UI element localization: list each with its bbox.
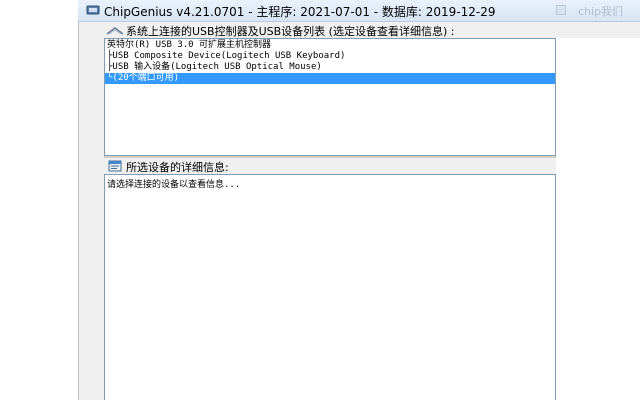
- window-title: ChipGenius v4.21.0701 - 主程序: 2021-07-01 …: [104, 5, 496, 19]
- detail-label: 所选设备的详细信息:: [126, 161, 229, 174]
- title-bar[interactable]: ChipGenius v4.21.0701 - 主程序: 2021-07-01 …: [78, 0, 640, 22]
- background-window-title: chip我们: [578, 5, 624, 18]
- right-blank-area: [556, 38, 640, 400]
- device-item-mouse[interactable]: ├USB 输入设备(Logitech USB Optical Mouse): [105, 62, 555, 73]
- info-window-icon: [108, 160, 122, 172]
- device-item-usb3-controller[interactable]: 英特尔(R) USB 3.0 可扩展主机控制器: [105, 40, 555, 51]
- window-icon: [556, 5, 566, 15]
- device-list[interactable]: 英特尔(R) USB 3.0 可扩展主机控制器 ├USB Composite D…: [104, 38, 556, 156]
- chipgenius-window: ChipGenius v4.21.0701 - 主程序: 2021-07-01 …: [0, 0, 640, 400]
- device-list-header: 系统上连接的USB控制器及USB设备列表 (选定设备查看详细信息) :: [104, 22, 640, 38]
- window-left-frame: [78, 22, 104, 400]
- device-item-free-ports[interactable]: └(20个端口可用): [105, 73, 555, 84]
- device-list-label: 系统上连接的USB控制器及USB设备列表 (选定设备查看详细信息) :: [126, 25, 455, 38]
- app-icon: [86, 5, 100, 15]
- usb-cable-icon: [106, 27, 124, 35]
- detail-panel[interactable]: 请选择连接的设备以查看信息...: [104, 174, 556, 400]
- detail-placeholder-text: 请选择连接的设备以查看信息...: [107, 180, 241, 190]
- device-item-keyboard[interactable]: ├USB Composite Device(Logitech USB Keybo…: [105, 51, 555, 62]
- background-window-tab[interactable]: chip我们: [556, 3, 640, 19]
